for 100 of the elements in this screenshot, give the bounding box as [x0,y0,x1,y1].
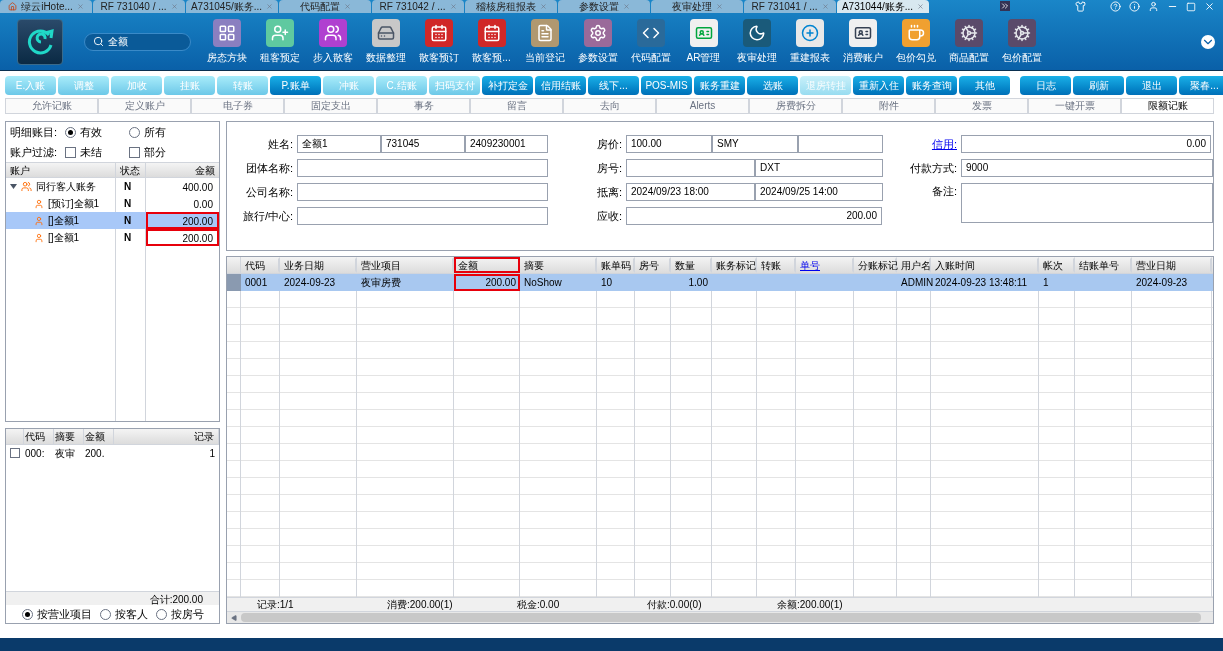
checkbox[interactable] [65,146,77,158]
text-field[interactable]: 2024/09/25 14:00 [755,183,883,201]
action-button[interactable]: P.账单 [270,76,321,95]
account-row[interactable]: 同行客人账务 N 400.00 [6,178,219,195]
action-button[interactable]: 信用结账 [535,76,586,95]
action-button[interactable]: POS-MIS [641,76,692,95]
toolbar-button[interactable]: 租客预定 [253,18,306,65]
text-field[interactable]: DXT [755,159,883,177]
window-tab[interactable]: A731044/账务... [837,0,929,13]
column-header[interactable]: 金额 [454,257,520,273]
sub-tab[interactable]: 事务 [377,98,470,114]
column-header[interactable]: 摘要 [54,429,84,444]
text-field[interactable] [798,135,883,153]
sub-tab[interactable]: 一键开票 [1028,98,1121,114]
sub-tab[interactable]: 限额记账 [1121,98,1214,114]
radio-option[interactable]: 按客人 [99,605,148,623]
toolbar-button[interactable]: 散客预... [465,18,518,65]
action-button[interactable]: 选账 [747,76,798,95]
scrollbar-thumb[interactable] [241,613,1201,622]
action-button[interactable]: 日志 [1020,76,1071,95]
action-button[interactable]: 线下... [588,76,639,95]
account-row[interactable]: [预订]全额1 N 0.00 [6,195,219,212]
transaction-row[interactable]: 0001 2024-09-23 夜审房费 200.00 NoShow 10 1.00 ADMIN 2024-09-23 13:48:11 1 2024-09-23 [227,274,1213,291]
checkbox-option[interactable]: 部分 [129,143,186,161]
help-icon[interactable] [1110,1,1121,12]
toolbar-button[interactable]: 房态方块 [200,18,253,65]
window-tab[interactable]: A731045/账务... [186,0,278,13]
close-icon[interactable] [76,3,84,10]
expand-icon[interactable] [1201,34,1215,49]
action-button[interactable]: 刷新 [1073,76,1124,95]
skin-icon[interactable] [1075,1,1086,12]
close-icon[interactable] [170,3,178,10]
account-row[interactable]: []全额1 N 200.00 [6,212,219,229]
window-tab[interactable]: 代码配置 [279,0,371,13]
text-field[interactable]: 731045 [381,135,465,153]
radio-button[interactable] [99,608,111,620]
credit-link[interactable]: 信用: [893,135,961,153]
action-button[interactable]: 账务重建 [694,76,745,95]
radio-option[interactable]: 所有 [129,123,186,141]
action-button[interactable]: 聚春... [1179,76,1223,95]
close-icon[interactable] [539,3,547,10]
window-tab[interactable]: 稽核房租报表 [465,0,557,13]
window-tab[interactable]: RF 731040 / ... [93,0,185,13]
window-tab[interactable]: RF 731041 / ... [744,0,836,13]
radio-option[interactable]: 按房号 [155,605,204,623]
sub-tab[interactable]: 电子券 [191,98,284,114]
column-header[interactable]: 金额 [146,163,219,177]
action-button[interactable]: 重新入住 [853,76,904,95]
column-header[interactable]: 金额 [84,429,114,444]
window-tab[interactable]: 夜审处理 [651,0,743,13]
action-button[interactable]: 退出 [1126,76,1177,95]
sub-tab[interactable]: 房费拆分 [749,98,842,114]
sub-tab[interactable]: 发票 [935,98,1028,114]
close-icon[interactable] [1204,1,1215,12]
radio-option[interactable]: 按营业项目 [21,605,92,623]
search-field[interactable]: 全额 [84,32,191,51]
toolbar-button[interactable]: 包价勾兑 [889,18,942,65]
close-icon[interactable] [622,3,630,10]
window-tab[interactable]: RF 731042 / ... [372,0,464,13]
column-header[interactable]: 账户 [6,163,116,177]
account-row[interactable]: []全额1 N 200.00 [6,229,219,246]
radio-option[interactable]: 有效 [65,123,122,141]
text-field[interactable] [297,183,548,201]
maximize-icon[interactable] [1186,1,1196,12]
text-field[interactable] [297,159,548,177]
text-field[interactable]: 全额1 [297,135,381,153]
window-tab[interactable]: 参数设置 [558,0,650,13]
sub-tab[interactable]: 定义账户 [98,98,191,114]
note-field[interactable] [961,183,1213,223]
sub-tab[interactable]: 附件 [842,98,935,114]
info-icon[interactable] [1129,1,1140,12]
text-field[interactable]: 200.00 [626,207,882,225]
sub-tab[interactable]: 允许记账 [5,98,98,114]
toolbar-button[interactable]: 夜审处理 [730,18,783,65]
radio-button[interactable] [65,126,77,138]
radio-button[interactable] [155,608,167,620]
close-icon[interactable] [449,3,457,10]
toolbar-button[interactable]: 消费账户 [836,18,889,65]
radio-button[interactable] [129,126,141,138]
close-icon[interactable] [266,3,274,10]
row-checkbox[interactable] [10,448,20,458]
toolbar-button[interactable]: 当前登记 [518,18,571,65]
text-field[interactable]: 2409230001 [465,135,548,153]
column-header[interactable]: 状态 [116,163,146,177]
toolbar-button[interactable]: 数据整理 [359,18,412,65]
text-field[interactable]: 2024/09/23 18:00 [626,183,755,201]
toolbar-button[interactable]: 代码配置 [624,18,677,65]
radio-button[interactable] [21,608,33,620]
sub-tab[interactable]: Alerts [656,98,749,114]
window-tab[interactable]: 绿云iHote... [0,0,92,13]
checkbox[interactable] [129,146,141,158]
scroll-tabs-icon[interactable] [1000,1,1010,11]
column-header[interactable]: 代码 [24,429,54,444]
sub-tab[interactable]: 留言 [470,98,563,114]
text-field[interactable]: 9000 [961,159,1213,177]
toolbar-button[interactable]: 散客预订 [412,18,465,65]
toolbar-button[interactable]: 参数设置 [571,18,624,65]
text-field[interactable]: SMY [712,135,798,153]
close-icon[interactable] [821,3,829,10]
expand-toggle-icon[interactable] [10,183,17,190]
